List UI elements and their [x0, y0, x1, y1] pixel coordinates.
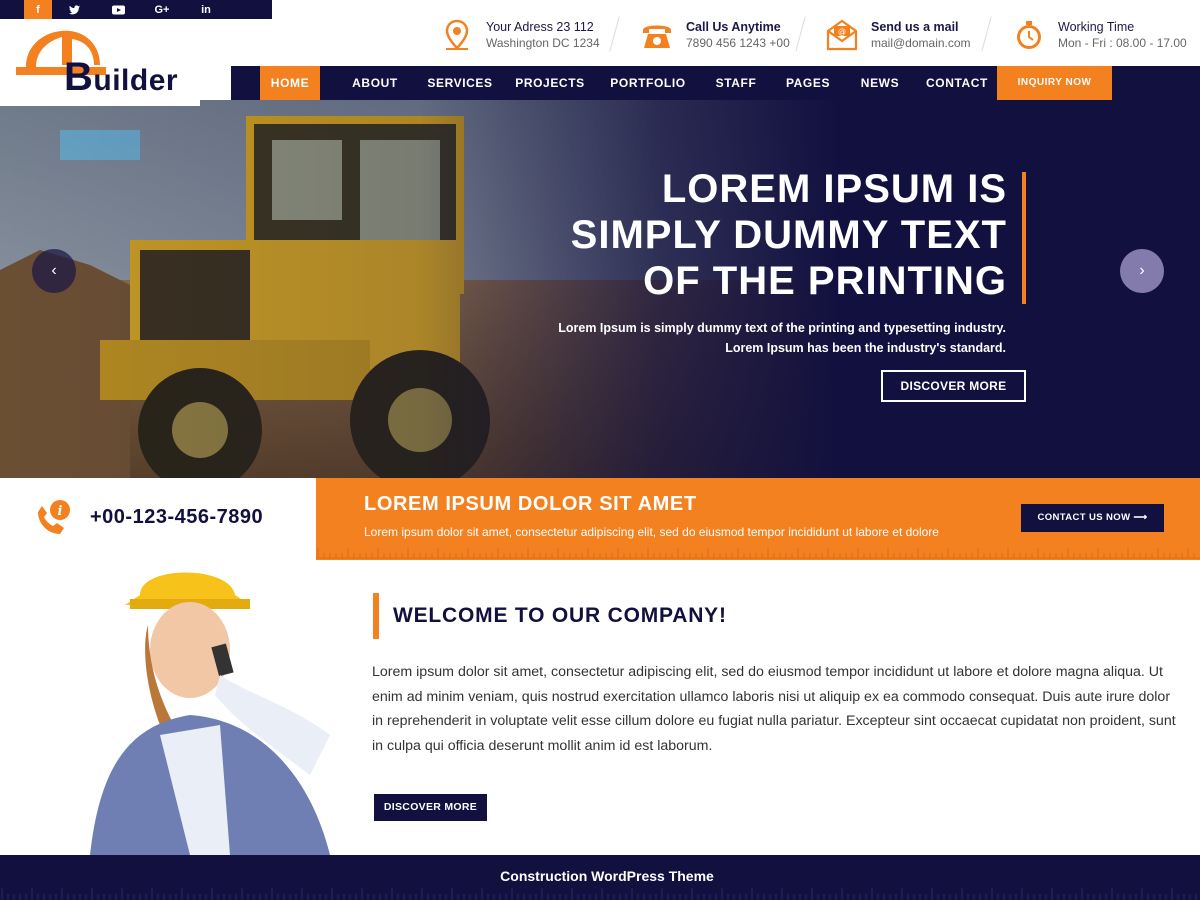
logo-initial: B: [64, 55, 94, 99]
nav-item-about[interactable]: ABOUT: [343, 66, 407, 100]
welcome-discover-more-button[interactable]: DISCOVER MORE: [374, 794, 487, 821]
telephone-icon: [643, 25, 671, 48]
hours-title: Working Time: [1058, 20, 1135, 34]
phone-number[interactable]: +00-123-456-7890: [90, 506, 263, 529]
hero-title-accent-bar: [1022, 172, 1026, 304]
mail-info: @ Send us a mail mail@domain.com: [825, 18, 971, 52]
clock-icon: [1017, 21, 1041, 49]
page: f G+ in Builder Your Adress 23 112 Washin…: [0, 0, 1200, 900]
linkedin-icon[interactable]: in: [184, 0, 228, 19]
slider-next-arrow-icon[interactable]: ›: [1120, 249, 1164, 293]
header-divider: [609, 16, 620, 52]
contact-us-now-button[interactable]: CONTACT US NOW ⟶: [1021, 504, 1164, 532]
mail-title: Send us a mail: [871, 20, 959, 34]
svg-text:@: @: [838, 27, 846, 36]
nav-item-pages[interactable]: PAGES: [783, 66, 833, 100]
call-info: Call Us Anytime 7890 456 1243 +00: [640, 18, 790, 52]
hero-subtitle: Lorem Ipsum is simply dummy text of the …: [558, 318, 1006, 358]
footer-text: Construction WordPress Theme: [500, 868, 714, 884]
hero-subtitle-line: Lorem Ipsum has been the industry's stan…: [725, 341, 1006, 355]
facebook-icon[interactable]: f: [24, 0, 52, 19]
hero-notch: [0, 100, 200, 106]
nav-item-services[interactable]: SERVICES: [424, 66, 496, 100]
welcome-title: WELCOME TO OUR COMPANY!: [393, 604, 727, 627]
nav-item-staff[interactable]: STAFF: [711, 66, 761, 100]
nav-item-news[interactable]: NEWS: [856, 66, 904, 100]
welcome-text: Lorem ipsum dolor sit amet, consectetur …: [372, 664, 1176, 754]
address-sub: Washington DC 1234: [486, 36, 600, 50]
twitter-icon[interactable]: [52, 0, 96, 19]
contact-us-now-label: CONTACT US NOW: [1037, 512, 1131, 523]
hours-sub: Mon - Fri : 08.00 - 17.00: [1058, 36, 1187, 50]
call-sub: 7890 456 1243 +00: [686, 36, 790, 50]
address-info: Your Adress 23 112 Washington DC 1234: [440, 18, 600, 52]
envelope-icon: @: [826, 19, 858, 51]
hero-title-line: LOREM IPSUM IS: [661, 167, 1007, 211]
hero-title-line: SIMPLY DUMMY TEXT: [570, 213, 1007, 257]
logo-rest: uilder: [93, 64, 179, 97]
hero-subtitle-line: Lorem Ipsum is simply dummy text of the …: [558, 321, 1006, 335]
cta-banner-subtitle: Lorem ipsum dolor sit amet, consectetur …: [364, 525, 939, 539]
hero-title-line: OF THE PRINTING: [643, 259, 1007, 303]
nav-item-contact[interactable]: CONTACT: [924, 66, 990, 100]
hours-info: Working Time Mon - Fri : 08.00 - 17.00: [1012, 18, 1187, 52]
header-divider: [795, 16, 806, 52]
mail-sub: mail@domain.com: [871, 36, 971, 50]
arrow-right-icon: ⟶: [1133, 512, 1148, 523]
worker-woman-image: [90, 572, 330, 855]
inquiry-now-button[interactable]: INQUIRY NOW: [997, 66, 1112, 100]
location-pin-icon: [445, 19, 469, 50]
nav-item-portfolio[interactable]: PORTFOLIO: [608, 66, 688, 100]
phone-info-icon: i: [38, 500, 70, 534]
logo[interactable]: Builder: [0, 19, 232, 106]
youtube-icon[interactable]: [96, 0, 140, 19]
address-title: Your Adress 23 112: [486, 20, 594, 34]
slider-prev-arrow-icon[interactable]: ‹: [32, 249, 76, 293]
social-bar: f G+ in: [0, 0, 272, 19]
logo-text: Builder: [64, 55, 178, 100]
svg-text:i: i: [58, 504, 63, 519]
nav-item-home[interactable]: HOME: [260, 66, 320, 100]
welcome-accent-bar: [373, 593, 379, 639]
nav-item-projects[interactable]: PROJECTS: [513, 66, 587, 100]
google-plus-icon[interactable]: G+: [140, 0, 184, 19]
main-nav: HOME ABOUT SERVICES PROJECTS PORTFOLIO S…: [231, 66, 1200, 100]
cta-banner-title: LOREM IPSUM DOLOR SIT AMET: [364, 493, 697, 515]
hero-discover-more-button[interactable]: DISCOVER MORE: [881, 370, 1026, 402]
call-title: Call Us Anytime: [686, 20, 781, 34]
header-divider: [981, 16, 992, 52]
hero-title: LOREM IPSUM IS SIMPLY DUMMY TEXT OF THE …: [571, 166, 1007, 304]
